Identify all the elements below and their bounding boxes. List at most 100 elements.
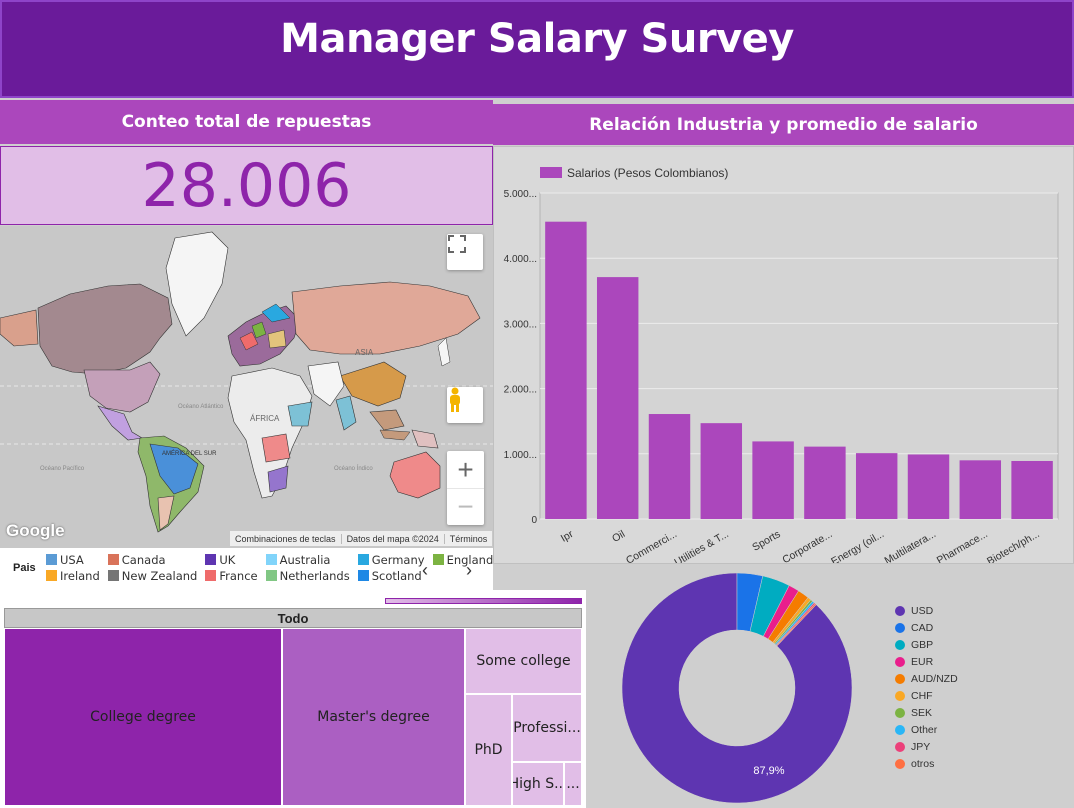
label-indian: Océano Índico: [334, 465, 373, 472]
world-map[interactable]: ASIA ÁFRICA AMÉRICA DEL SUR Océano Atlán…: [0, 226, 493, 548]
legend-item[interactable]: England: [432, 552, 493, 567]
legend-label: Scotland: [371, 568, 422, 583]
donut-legend-label: CAD: [911, 621, 934, 634]
donut-chart-svg: 87,9%: [621, 572, 853, 804]
donut-legend-dot: [895, 690, 905, 701]
donut-legend-item[interactable]: SEK: [895, 704, 958, 721]
legend-item[interactable]: UK: [205, 552, 257, 567]
map-legend: Pais USA Canada UK Australia Germany England I…: [0, 548, 493, 590]
pegman-icon[interactable]: [447, 387, 483, 423]
bar[interactable]: [648, 414, 691, 519]
legend-swatch: [205, 570, 217, 581]
map-canvas[interactable]: ASIA ÁFRICA AMÉRICA DEL SUR Océano Atlán…: [0, 226, 493, 548]
legend-label: Canada: [121, 552, 166, 567]
bar-legend-label[interactable]: Salarios (Pesos Colombianos): [567, 166, 728, 180]
donut-legend-dot: [895, 724, 905, 735]
bar[interactable]: [855, 453, 898, 519]
terms-link[interactable]: Términos: [445, 534, 493, 544]
keyboard-shortcuts-link[interactable]: Combinaciones de teclas: [230, 533, 342, 544]
donut-legend-label: JPY: [911, 740, 931, 753]
zoom-in-icon[interactable]: +: [447, 451, 484, 488]
y-tick-label: 0: [531, 515, 537, 526]
zoom-out-icon[interactable]: −: [447, 488, 484, 525]
page-title: Manager Salary Survey: [280, 16, 794, 62]
treemap-cell[interactable]: Master's degree: [282, 628, 465, 806]
donut-legend: USD CAD GBP EUR AUD/NZD CHF SEK Other JPY otros: [895, 602, 958, 772]
legend-item[interactable]: Netherlands: [265, 568, 350, 583]
legend-swatch: [265, 570, 277, 581]
bar[interactable]: [804, 446, 846, 519]
donut-legend-item[interactable]: CAD: [895, 619, 958, 636]
y-tick-label: 4.000...: [504, 254, 537, 265]
legend-item[interactable]: Ireland: [46, 568, 100, 583]
donut-legend-label: EUR: [911, 655, 934, 668]
legend-item[interactable]: USA: [46, 552, 100, 567]
label-asia: ASIA: [355, 348, 374, 357]
donut-legend-dot: [895, 639, 905, 650]
donut-legend-item[interactable]: AUD/NZD: [895, 670, 958, 687]
legend-swatch: [432, 554, 444, 565]
y-tick-label: 2.000...: [504, 385, 537, 396]
legend-item[interactable]: Germany: [357, 552, 425, 567]
treemap-header[interactable]: Todo: [4, 608, 582, 628]
color-scale-bar: [385, 598, 582, 604]
treemap-cell[interactable]: ...: [564, 762, 582, 806]
donut-legend-item[interactable]: otros: [895, 755, 958, 772]
bar[interactable]: [907, 454, 950, 519]
label-south-america: AMÉRICA DEL SUR: [162, 450, 217, 457]
legend-item[interactable]: Scotland: [357, 568, 425, 583]
legend-item[interactable]: New Zealand: [107, 568, 197, 583]
x-tick-label: Energy (oil...: [829, 528, 886, 563]
education-treemap: Todo College degree Master's degree Some…: [0, 608, 586, 808]
legend-label: UK: [219, 552, 236, 567]
donut-legend-item[interactable]: JPY: [895, 738, 958, 755]
map-footer: Combinaciones de teclas Datos del mapa ©…: [230, 531, 493, 546]
bar-chart-svg: Salarios (Pesos Colombianos) 0 1.000... 2.0…: [504, 166, 1059, 569]
legend-prev-button[interactable]: ‹: [422, 560, 428, 581]
donut-legend-item[interactable]: Other: [895, 721, 958, 738]
legend-swatch: [357, 554, 369, 565]
x-tick-label: Sports: [750, 528, 782, 554]
bar[interactable]: [752, 441, 794, 519]
donut-legend-dot: [895, 707, 905, 718]
donut-legend-label: SEK: [911, 706, 933, 719]
legend-label: USA: [60, 552, 84, 567]
legend-label: Germany: [371, 552, 425, 567]
donut-legend-label: USD: [911, 604, 934, 617]
legend-swatch: [205, 554, 217, 565]
label-pacific: Océano Pacífico: [40, 466, 85, 472]
donut-data-label: 87,9%: [753, 765, 784, 777]
legend-item[interactable]: Australia: [265, 552, 350, 567]
legend-next-button[interactable]: ›: [466, 560, 472, 581]
treemap-cell[interactable]: PhD: [465, 694, 512, 806]
donut-legend-item[interactable]: EUR: [895, 653, 958, 670]
donut-legend-label: GBP: [911, 638, 934, 651]
x-tick-label: Ipr: [559, 528, 576, 545]
bar[interactable]: [1011, 460, 1053, 519]
donut-legend-dot: [895, 605, 905, 616]
treemap-cell[interactable]: High S...: [512, 762, 564, 806]
bar[interactable]: [700, 423, 743, 519]
bar[interactable]: [596, 277, 639, 519]
industry-bar-chart: Salarios (Pesos Colombianos) 0 1.000... 2.0…: [493, 146, 1074, 569]
legend-swatch: [107, 570, 119, 581]
bar[interactable]: [959, 460, 1002, 519]
donut-legend-item[interactable]: GBP: [895, 636, 958, 653]
legend-label: Netherlands: [279, 568, 350, 583]
donut-legend-label: otros: [911, 757, 935, 770]
treemap-cell[interactable]: Professi...: [512, 694, 582, 762]
bar[interactable]: [545, 221, 587, 520]
donut-legend-item[interactable]: CHF: [895, 687, 958, 704]
legend-swatch: [357, 570, 369, 581]
x-tick-label: Utilities & T...: [672, 528, 730, 563]
treemap-cell[interactable]: Some college: [465, 628, 582, 694]
bar-legend-swatch: [540, 167, 562, 178]
dashboard: Manager Salary Survey Conteo total de re…: [0, 0, 1074, 808]
legend-item[interactable]: France: [205, 568, 258, 583]
color-scale-area: [0, 590, 586, 608]
fullscreen-icon[interactable]: [447, 234, 483, 270]
donut-legend-item[interactable]: USD: [895, 602, 958, 619]
kpi-title: Conteo total de repuestas: [0, 100, 493, 144]
legend-item[interactable]: Canada: [107, 552, 198, 567]
treemap-cell[interactable]: College degree: [4, 628, 282, 806]
